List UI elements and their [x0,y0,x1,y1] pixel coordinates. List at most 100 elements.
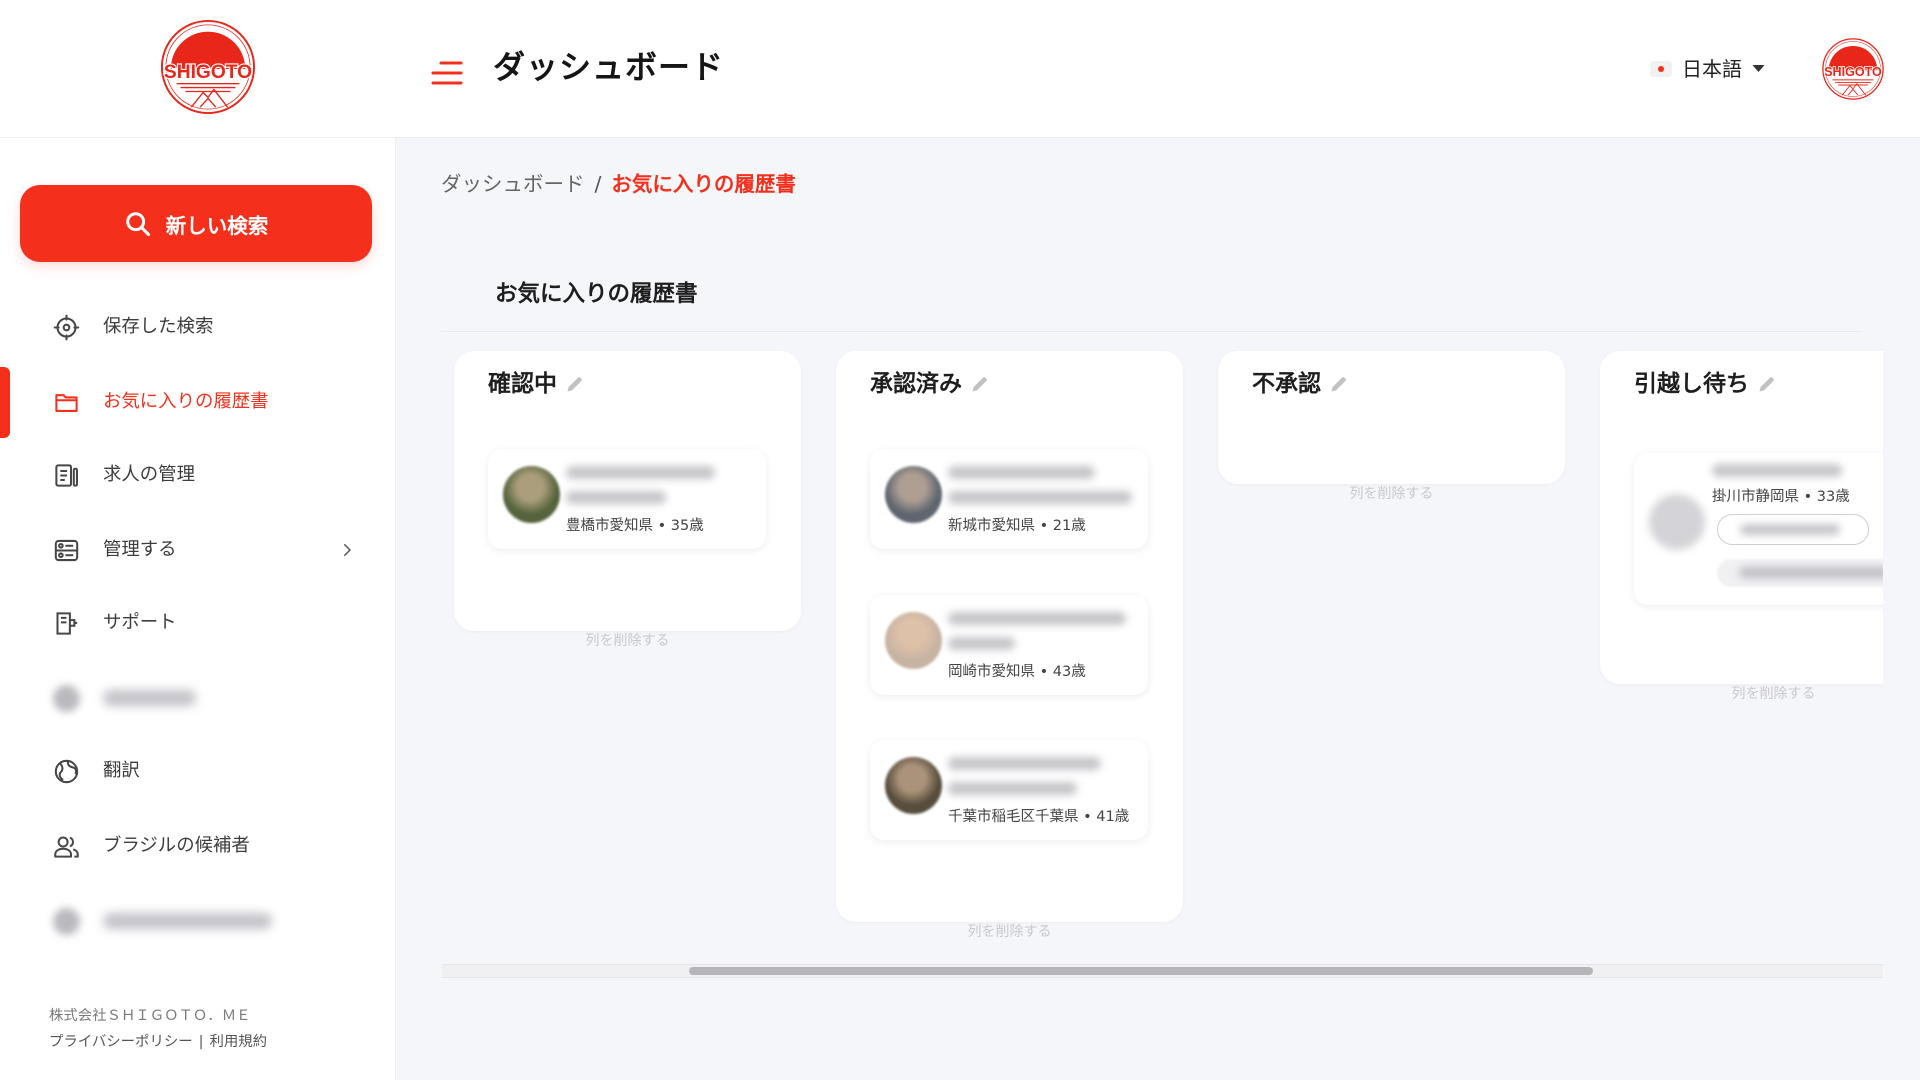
shigoto-logo-icon: SHIGOTO [1822,38,1884,100]
top-header: SHIGOTO ダッシュボード 日本語 SHIGOTO [0,0,1920,138]
candidate-avatar [503,466,560,523]
candidate-name-redacted [948,491,1132,504]
breadcrumb-separator: / [594,172,602,196]
candidate-name-redacted [1712,464,1842,477]
column-header: 引越し待ち [1634,370,1777,398]
candidate-avatar [885,757,942,814]
redacted-tag-text [1740,524,1840,535]
candidate-card[interactable]: 新城市愛知県 • 21歳 [870,449,1148,549]
candidate-card[interactable]: 千葉市稲毛区千葉県 • 41歳 [870,740,1148,840]
sidebar-item-redacted[interactable] [0,661,396,735]
candidate-avatar [885,612,942,669]
caret-down-icon [1752,65,1765,72]
sidebar-item-label: ブラジルの候補者 [103,835,250,856]
sidebar-item-label: サポート [103,612,177,633]
chevron-right-icon [338,541,356,559]
redacted-label [103,690,196,706]
column-header: 承認済み [870,370,990,398]
section-title: お気に入りの履歴書 [495,281,698,307]
candidate-name-redacted [566,491,666,504]
logo-wordmark: SHIGOTO [1824,64,1882,79]
language-label: 日本語 [1682,57,1742,81]
shigoto-logo-icon: SHIGOTO [160,19,256,115]
footer-separator: | [198,1034,204,1050]
candidate-name-redacted [948,757,1101,770]
candidate-card[interactable]: 岡崎市愛知県 • 43歳 [870,595,1148,695]
sidebar-item-favorite-resumes[interactable]: お気に入りの履歴書 [0,365,396,439]
board-column: 不承認 列を削除する [1218,351,1565,503]
board-column: 承認済み 新城市愛知県 • 21歳 岡崎市愛知県 • 43歳 千葉市稲毛区千葉県… [836,351,1183,941]
delete-column-link[interactable]: 列を削除する [1218,485,1565,503]
sidebar-item-brazil-candidates[interactable]: ブラジルの候補者 [0,809,396,883]
delete-column-link[interactable]: 列を削除する [454,632,801,650]
folder-icon [53,389,80,416]
candidate-location-age: 新城市愛知県 • 21歳 [948,518,1086,534]
delete-column-link[interactable]: 列を削除する [1600,685,1883,703]
candidate-location-age: 掛川市静岡県 • 33歳 [1712,489,1850,505]
redacted-tag-text [1739,567,1883,578]
hamburger-icon [431,61,463,85]
candidate-name-redacted [948,466,1095,479]
candidate-location-age: 豊橋市愛知県 • 35歳 [566,518,704,534]
kanban-board: 確認中 豊橋市愛知県 • 35歳 列を削除する 承認済み 新城市愛知県 • 21… [441,340,1883,955]
new-search-button[interactable]: 新しい検索 [20,185,372,262]
user-avatar[interactable]: SHIGOTO [1821,37,1885,101]
privacy-policy-link[interactable]: プライバシーポリシー [49,1032,193,1052]
sidebar-item-label: 求人の管理 [103,464,195,485]
redacted-label [103,913,272,929]
redacted-icon [53,685,80,712]
edit-pencil-icon[interactable] [970,374,990,394]
clipboard-icon [53,462,80,489]
edit-pencil-icon[interactable] [1329,374,1349,394]
candidate-avatar [885,466,942,523]
sidebar-item-label: 保存した検索 [103,316,214,337]
candidate-location-age: 千葉市稲毛区千葉県 • 41歳 [948,809,1130,825]
column-title: 引越し待ち [1634,371,1749,397]
candidate-location-age: 岡崎市愛知県 • 43歳 [948,664,1086,680]
sidebar-item-saved-searches[interactable]: 保存した検索 [0,290,396,364]
sidebar-item-redacted[interactable] [0,884,396,958]
sidebar-item-label: お気に入りの履歴書 [103,391,269,412]
new-search-label: 新しい検索 [165,213,269,238]
column-title: 不承認 [1252,371,1321,397]
board-column: 引越し待ち 掛川市静岡県 • 33歳 列を削除する [1600,351,1883,703]
scrollbar-thumb[interactable] [689,967,1593,975]
candidate-card[interactable]: 豊橋市愛知県 • 35歳 [488,449,766,549]
brand-logo[interactable]: SHIGOTO [159,18,257,116]
delete-column-link[interactable]: 列を削除する [836,923,1183,941]
sidebar-item-manage[interactable]: 管理する [0,513,396,587]
target-icon [53,314,80,341]
language-selector[interactable]: 日本語 [1650,54,1765,84]
active-indicator [0,367,10,438]
board-column: 確認中 豊橋市愛知県 • 35歳 列を削除する [454,351,801,650]
candidate-name-redacted [948,782,1077,795]
globe-icon [53,758,80,785]
sidebar-item-label: 翻訳 [103,760,140,781]
logo-wordmark: SHIGOTO [164,61,252,83]
terms-link[interactable]: 利用規約 [209,1032,267,1052]
sidebar-item-job-management[interactable]: 求人の管理 [0,438,396,512]
candidate-card[interactable]: 掛川市静岡県 • 33歳 [1634,453,1883,605]
candidate-tag-redacted [1717,514,1869,545]
horizontal-scrollbar[interactable] [442,964,1883,978]
edit-pencil-icon[interactable] [565,374,585,394]
column-header: 確認中 [488,370,585,398]
sidebar-item-label: 管理する [103,539,177,560]
column-title: 確認中 [488,371,557,397]
candidate-avatar [1649,494,1705,550]
candidate-name-redacted [948,612,1126,625]
japan-flag-icon [1650,61,1672,77]
breadcrumb-current: お気に入りの履歴書 [611,172,796,196]
footer-links: プライバシーポリシー | 利用規約 [49,1032,267,1052]
sidebar: 新しい検索 保存した検索 お気に入りの履歴書 求人の管理 管理する サポート 翻… [0,138,396,1080]
breadcrumb: ダッシュボード / お気に入りの履歴書 [441,170,796,198]
menu-toggle-button[interactable] [429,56,465,90]
column-panel: 不承認 [1218,351,1565,484]
sidebar-item-translation[interactable]: 翻訳 [0,734,396,808]
candidate-tag-redacted [1717,559,1883,587]
sidebar-item-support[interactable]: サポート [0,586,396,660]
people-icon [53,833,80,860]
candidate-name-redacted [566,466,715,479]
edit-pencil-icon[interactable] [1757,374,1777,394]
breadcrumb-parent-link[interactable]: ダッシュボード [441,170,585,198]
